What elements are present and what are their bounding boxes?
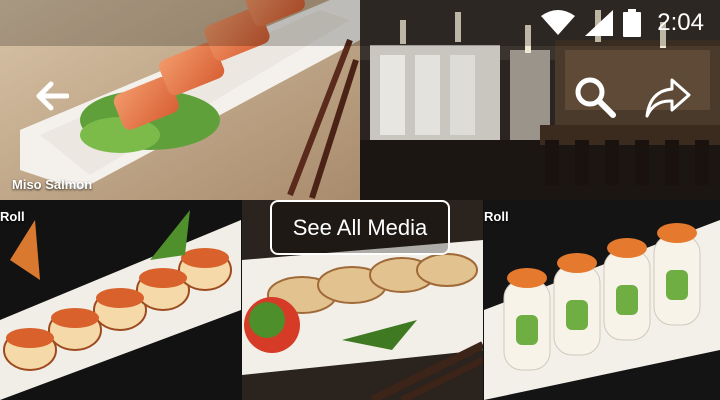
media-gallery-screen: Miso Salmon Roll Roll 2:04 See All Media (0, 0, 720, 400)
tile-caption: Roll (0, 209, 25, 224)
tile-caption: Roll (484, 209, 509, 224)
roll-photo-1 (0, 200, 241, 400)
back-button[interactable] (30, 74, 74, 118)
share-button[interactable] (640, 72, 696, 122)
share-icon (645, 78, 691, 118)
search-icon (575, 77, 616, 118)
see-all-media-button[interactable]: See All Media (270, 200, 450, 255)
status-icons: 2:04 (541, 9, 704, 37)
back-arrow-icon (36, 81, 69, 111)
cellular-signal-icon (585, 10, 614, 36)
tile-caption: Miso Salmon (12, 177, 93, 192)
search-button[interactable] (570, 72, 620, 122)
battery-icon (623, 9, 642, 37)
photo-tile-roll-2[interactable]: Roll (484, 200, 720, 400)
status-time: 2:04 (657, 9, 704, 36)
wifi-icon (541, 10, 576, 35)
status-bar: 2:04 (0, 0, 720, 46)
toolbar (0, 70, 720, 122)
photo-tile-roll-1[interactable]: Roll (0, 200, 241, 400)
roll-photo-2 (484, 200, 720, 400)
